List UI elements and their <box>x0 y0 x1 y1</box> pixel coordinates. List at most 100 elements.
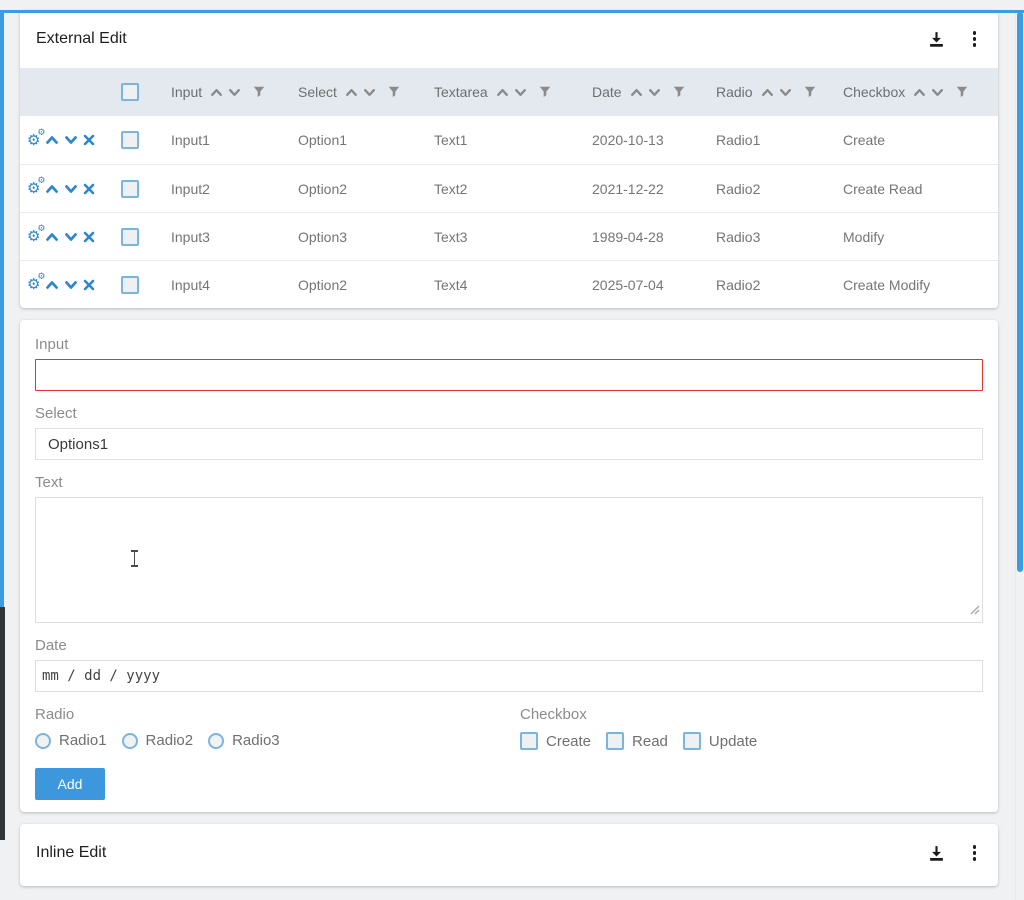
settings-cogs-icon[interactable]: ⚙⚙ <box>27 181 40 196</box>
radio-button[interactable] <box>122 733 138 749</box>
table-row: ⚙⚙ Input1 Option1 Text1 2020-10-13 Radio… <box>20 116 998 164</box>
cell-textarea: Text3 <box>434 229 592 245</box>
column-label: Date <box>592 84 622 100</box>
date-field[interactable]: mm / dd / yyyy <box>35 660 983 692</box>
resize-handle-icon[interactable] <box>969 602 980 620</box>
table-row: ⚙⚙ Input4 Option2 Text4 2025-07-04 Radio… <box>20 260 998 308</box>
move-up-icon[interactable] <box>45 279 59 291</box>
cell-checkbox: Create <box>843 132 998 148</box>
cell-radio: Radio2 <box>716 277 843 293</box>
sort-asc-icon[interactable] <box>345 87 358 98</box>
filter-icon[interactable] <box>388 86 400 98</box>
move-down-icon[interactable] <box>64 134 78 146</box>
delete-x-icon[interactable] <box>83 231 95 243</box>
kebab-menu-icon[interactable] <box>969 843 981 863</box>
radio-button[interactable] <box>35 733 51 749</box>
radio-option-label: Radio1 <box>59 732 107 749</box>
filter-icon[interactable] <box>539 86 551 98</box>
card-title: Inline Edit <box>36 844 928 862</box>
text-area-field[interactable] <box>35 497 983 623</box>
sort-desc-icon[interactable] <box>228 87 241 98</box>
sort-desc-icon[interactable] <box>514 87 527 98</box>
delete-x-icon[interactable] <box>83 183 95 195</box>
row-actions: ⚙⚙ <box>20 133 110 148</box>
add-record-form-card: Input Select Options1 Text Date mm / dd … <box>20 320 998 812</box>
settings-cogs-icon[interactable]: ⚙⚙ <box>27 229 40 244</box>
table-row: ⚙⚙ Input3 Option3 Text3 1989-04-28 Radio… <box>20 212 998 260</box>
filter-icon[interactable] <box>253 86 265 98</box>
move-up-icon[interactable] <box>45 134 59 146</box>
sort-asc-icon[interactable] <box>210 87 223 98</box>
checkbox-option[interactable]: Update <box>683 732 757 750</box>
radio-button[interactable] <box>208 733 224 749</box>
select-all-checkbox[interactable] <box>121 83 139 101</box>
move-up-icon[interactable] <box>45 183 59 195</box>
column-label: Checkbox <box>843 84 905 100</box>
checkbox-option[interactable]: Create <box>520 732 591 750</box>
filter-icon[interactable] <box>804 86 816 98</box>
radio-option[interactable]: Radio3 <box>208 732 280 749</box>
card-title: External Edit <box>36 30 928 48</box>
sort-asc-icon[interactable] <box>496 87 509 98</box>
radio-option-label: Radio2 <box>146 732 194 749</box>
row-checkbox[interactable] <box>121 228 139 246</box>
date-placeholder: mm / dd / yyyy <box>42 668 160 684</box>
cell-select: Option3 <box>298 229 434 245</box>
checkbox[interactable] <box>606 732 624 750</box>
download-icon[interactable] <box>928 845 945 862</box>
select-field-label: Select <box>35 405 983 422</box>
checkbox[interactable] <box>520 732 538 750</box>
sort-asc-icon[interactable] <box>913 87 926 98</box>
cell-textarea: Text2 <box>434 181 592 197</box>
sort-desc-icon[interactable] <box>363 87 376 98</box>
kebab-menu-icon[interactable] <box>969 29 981 49</box>
cell-input: Input2 <box>171 181 298 197</box>
checkbox[interactable] <box>683 732 701 750</box>
select-value: Options1 <box>48 436 108 453</box>
select-all-cell <box>110 83 171 101</box>
cell-textarea: Text1 <box>434 132 592 148</box>
filter-icon[interactable] <box>673 86 685 98</box>
cell-select: Option1 <box>298 132 434 148</box>
left-dark-strip <box>0 607 5 840</box>
delete-x-icon[interactable] <box>83 134 95 146</box>
cell-radio: Radio3 <box>716 229 843 245</box>
delete-x-icon[interactable] <box>83 279 95 291</box>
sort-desc-icon[interactable] <box>931 87 944 98</box>
cell-input: Input4 <box>171 277 298 293</box>
move-up-icon[interactable] <box>45 231 59 243</box>
move-down-icon[interactable] <box>64 183 78 195</box>
checkbox-option[interactable]: Read <box>606 732 668 750</box>
right-scrollbar-thumb[interactable] <box>1017 12 1023 572</box>
cell-input: Input3 <box>171 229 298 245</box>
settings-cogs-icon[interactable]: ⚙⚙ <box>27 133 40 148</box>
sort-desc-icon[interactable] <box>648 87 661 98</box>
row-checkbox[interactable] <box>121 131 139 149</box>
checkbox-group: Create Read Update <box>520 732 983 750</box>
radio-option[interactable]: Radio1 <box>35 732 107 749</box>
add-button[interactable]: Add <box>35 768 105 800</box>
select-field[interactable]: Options1 <box>35 428 983 460</box>
row-checkbox[interactable] <box>121 180 139 198</box>
radio-option[interactable]: Radio2 <box>122 732 194 749</box>
text-cursor-ibeam <box>130 550 139 567</box>
filter-icon[interactable] <box>956 86 968 98</box>
row-checkbox[interactable] <box>121 276 139 294</box>
move-down-icon[interactable] <box>64 279 78 291</box>
external-edit-titlebar: External Edit <box>20 10 998 68</box>
text-area-label: Text <box>35 474 983 491</box>
sort-asc-icon[interactable] <box>761 87 774 98</box>
cell-date: 1989-04-28 <box>592 229 716 245</box>
column-label: Input <box>171 84 202 100</box>
sort-desc-icon[interactable] <box>779 87 792 98</box>
settings-cogs-icon[interactable]: ⚙⚙ <box>27 277 40 292</box>
checkbox-option-label: Update <box>709 733 757 750</box>
left-scrollbar-thumb[interactable] <box>0 10 4 607</box>
sort-asc-icon[interactable] <box>630 87 643 98</box>
input-field[interactable] <box>35 359 983 391</box>
external-edit-card: External Edit Input Select <box>20 10 998 308</box>
column-label: Radio <box>716 84 753 100</box>
download-icon[interactable] <box>928 31 945 48</box>
input-field-label: Input <box>35 336 983 353</box>
move-down-icon[interactable] <box>64 231 78 243</box>
